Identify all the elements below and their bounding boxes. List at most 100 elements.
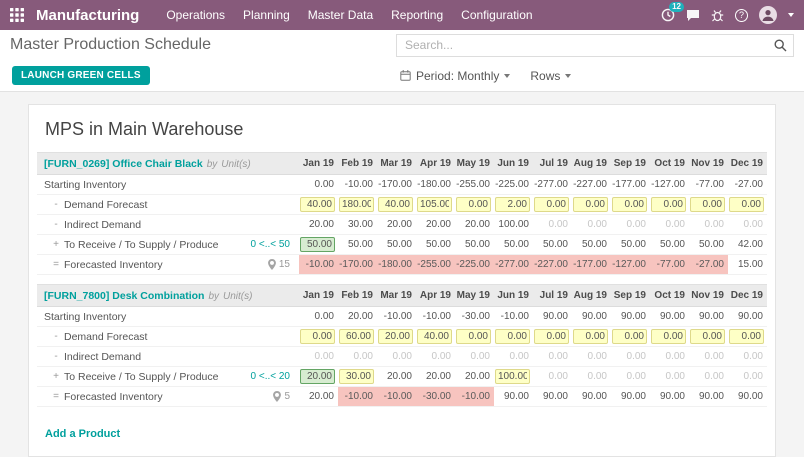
activity-clock-icon[interactable]: 12 — [661, 2, 684, 22]
supply-input[interactable] — [300, 237, 335, 252]
mps-table: [FURN_7800] Desk Combination by Unit(s) Jan… — [37, 284, 767, 407]
mps-cell: 0.00 — [611, 366, 650, 387]
mps-cell: 90.00 — [689, 306, 728, 327]
mps-cell: 0.00 — [728, 214, 767, 235]
mps-cell: 50.00 — [611, 234, 650, 255]
mps-cell: 20.00 — [416, 214, 455, 235]
forecast-input[interactable] — [651, 197, 686, 212]
mps-cell — [416, 194, 455, 215]
forecast-input[interactable] — [417, 197, 452, 212]
mps-cell: 20.00 — [455, 366, 494, 387]
forecast-input[interactable] — [573, 197, 608, 212]
forecast-input[interactable] — [339, 369, 374, 384]
month-header: Nov 19 — [689, 152, 728, 175]
mps-cell: 0.00 — [650, 214, 689, 235]
forecast-input[interactable] — [456, 329, 491, 344]
mps-cell — [338, 366, 377, 387]
search-input[interactable] — [403, 37, 774, 53]
user-avatar[interactable] — [759, 6, 777, 24]
month-header: Jan 19 — [299, 284, 338, 307]
forecast-input[interactable] — [612, 329, 647, 344]
search-icon[interactable] — [774, 38, 787, 52]
forecast-input[interactable] — [495, 369, 530, 384]
rows-filter-label: Rows — [530, 68, 561, 83]
forecast-input[interactable] — [729, 197, 764, 212]
app-title: Manufacturing — [36, 6, 140, 24]
forecast-input[interactable] — [339, 329, 374, 344]
mps-cell: 90.00 — [572, 386, 611, 407]
forecast-input[interactable] — [378, 197, 413, 212]
mps-cell — [572, 194, 611, 215]
menu-configuration[interactable]: Configuration — [452, 0, 541, 30]
forecast-input[interactable] — [495, 197, 530, 212]
apps-menu-icon[interactable] — [8, 8, 26, 22]
menu-planning[interactable]: Planning — [234, 0, 299, 30]
mps-cell: -180.00 — [416, 174, 455, 195]
mps-cell: 50.00 — [377, 234, 416, 255]
mps-cell: -10.00 — [338, 174, 377, 195]
mps-cell: 0.00 — [533, 346, 572, 367]
forecast-input[interactable] — [612, 197, 647, 212]
mps-cell: 30.00 — [338, 214, 377, 235]
forecast-input[interactable] — [339, 197, 374, 212]
mps-cell: 15.00 — [728, 254, 767, 275]
mps-cell: -170.00 — [338, 254, 377, 275]
mps-cell: 50.00 — [572, 234, 611, 255]
forecast-input[interactable] — [534, 197, 569, 212]
supply-input[interactable] — [300, 369, 335, 384]
user-menu-caret-icon[interactable] — [788, 13, 794, 17]
product-link[interactable]: [FURN_7800] Desk Combination — [44, 290, 204, 302]
chat-icon[interactable] — [686, 9, 700, 22]
mps-cell: 0.00 — [572, 366, 611, 387]
forecast-input[interactable] — [300, 197, 335, 212]
mps-cell: 90.00 — [650, 386, 689, 407]
caret-down-icon — [504, 73, 511, 78]
mps-cell — [299, 366, 338, 387]
forecast-input[interactable] — [729, 329, 764, 344]
period-filter[interactable]: Period: Monthly — [400, 69, 511, 83]
systray: 12 ? — [661, 2, 796, 24]
forecast-input[interactable] — [456, 197, 491, 212]
location-pin: 5 — [273, 391, 298, 402]
forecast-input[interactable] — [690, 197, 725, 212]
mps-cell — [494, 326, 533, 347]
forecast-input[interactable] — [651, 329, 686, 344]
mps-cell: 90.00 — [650, 306, 689, 327]
mps-cell: 0.00 — [572, 214, 611, 235]
mps-cell: -225.00 — [494, 174, 533, 195]
mps-row: - Indirect Demand 20.00 30.00 20.00 20.00 20.0… — [37, 214, 767, 235]
menu-operations[interactable]: Operations — [157, 0, 234, 30]
mps-cell: -77.00 — [689, 174, 728, 195]
row-label: Demand Forecast — [64, 198, 148, 211]
product-link[interactable]: [FURN_0269] Office Chair Black — [44, 158, 203, 170]
location-pin: 15 — [267, 259, 298, 270]
mps-cell: 20.00 — [338, 306, 377, 327]
uom-label: Unit(s) — [221, 158, 251, 170]
by-label: by — [206, 158, 218, 170]
mps-cell: -177.00 — [611, 174, 650, 195]
mps-cell: -10.00 — [455, 386, 494, 407]
mps-cell — [728, 326, 767, 347]
forecast-input[interactable] — [378, 329, 413, 344]
forecast-input[interactable] — [690, 329, 725, 344]
mps-cell: 90.00 — [533, 386, 572, 407]
bug-icon[interactable] — [711, 9, 724, 22]
launch-green-cells-button[interactable]: LAUNCH GREEN CELLS — [12, 66, 150, 85]
mps-cell: -27.00 — [728, 174, 767, 195]
row-sign: - — [54, 219, 58, 230]
control-bar: LAUNCH GREEN CELLS Period: Monthly Rows — [0, 60, 804, 92]
by-label: by — [208, 290, 220, 302]
forecast-input[interactable] — [417, 329, 452, 344]
mps-cell: -10.00 — [299, 254, 338, 275]
forecast-input[interactable] — [573, 329, 608, 344]
mps-cell: 0.00 — [494, 346, 533, 367]
forecast-input[interactable] — [534, 329, 569, 344]
help-icon[interactable]: ? — [735, 8, 748, 22]
menu-reporting[interactable]: Reporting — [382, 0, 452, 30]
row-label: To Receive / To Supply / Produce — [64, 370, 219, 383]
forecast-input[interactable] — [495, 329, 530, 344]
forecast-input[interactable] — [300, 329, 335, 344]
menu-master-data[interactable]: Master Data — [299, 0, 382, 30]
rows-filter[interactable]: Rows — [530, 68, 572, 83]
add-product-link[interactable]: Add a Product — [45, 428, 120, 440]
